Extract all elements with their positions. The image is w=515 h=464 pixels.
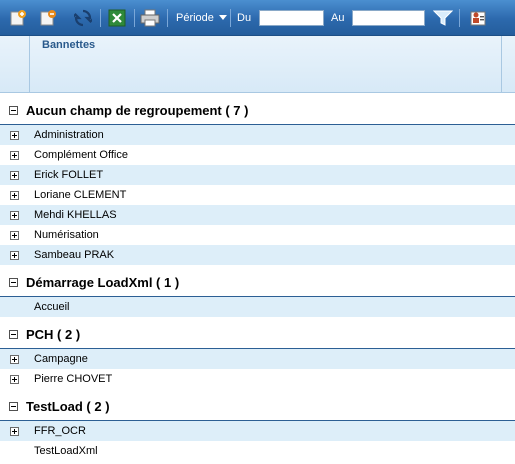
filter-icon[interactable]	[432, 7, 454, 29]
table-row[interactable]: Administration	[0, 125, 515, 145]
periode-dropdown-label[interactable]: Période	[176, 12, 214, 24]
row-label: Sambeau PRAK	[34, 249, 115, 261]
table-row[interactable]: Erick FOLLET	[0, 165, 515, 185]
row-label: Erick FOLLET	[34, 169, 104, 181]
expand-icon[interactable]	[10, 427, 19, 436]
row-label: FFR_OCR	[34, 425, 86, 437]
row-label: Administration	[34, 129, 104, 141]
date-to-input[interactable]	[352, 10, 425, 26]
grouped-grid: Aucun champ de regroupement ( 7 ) Adminis…	[0, 93, 515, 461]
header-expand-column	[0, 36, 30, 93]
user-settings-icon[interactable]	[467, 7, 489, 29]
group-header-row[interactable]: Aucun champ de regroupement ( 7 )	[0, 93, 515, 125]
expand-icon[interactable]	[10, 251, 19, 260]
collapse-icon[interactable]	[9, 278, 18, 287]
toolbar-separator	[230, 9, 231, 27]
table-row[interactable]: Pierre CHOVET	[0, 369, 515, 389]
table-row[interactable]: TestLoadXml	[0, 441, 515, 461]
collapse-icon[interactable]	[9, 330, 18, 339]
excel-export-icon[interactable]	[106, 7, 128, 29]
expand-icon[interactable]	[10, 355, 19, 364]
chevron-down-icon[interactable]	[219, 15, 227, 20]
table-row[interactable]: Complément Office	[0, 145, 515, 165]
row-label: Accueil	[34, 301, 70, 313]
row-label: Campagne	[34, 353, 88, 365]
group-title: PCH ( 2 )	[26, 327, 81, 342]
group-header-row[interactable]: TestLoad ( 2 )	[0, 389, 515, 421]
expand-icon[interactable]	[10, 191, 19, 200]
toolbar-separator	[100, 9, 101, 27]
collapse-icon[interactable]	[9, 402, 18, 411]
table-row[interactable]: Sambeau PRAK	[0, 245, 515, 265]
table-row[interactable]: Numérisation	[0, 225, 515, 245]
expand-icon[interactable]	[10, 375, 19, 384]
table-row[interactable]: Campagne	[0, 349, 515, 369]
grid-header: Bannettes	[0, 36, 515, 93]
row-label: Numérisation	[34, 229, 99, 241]
toolbar-separator	[167, 9, 168, 27]
refresh-icon[interactable]	[72, 7, 94, 29]
du-label: Du	[237, 12, 252, 24]
table-row[interactable]: Accueil	[0, 297, 515, 317]
toolbar: Période Du Au	[0, 0, 515, 36]
column-header-bannettes[interactable]: Bannettes	[42, 39, 95, 51]
collapse-icon[interactable]	[9, 106, 18, 115]
row-label: Mehdi KHELLAS	[34, 209, 117, 221]
table-row[interactable]: Mehdi KHELLAS	[0, 205, 515, 225]
expand-icon[interactable]	[10, 171, 19, 180]
table-row[interactable]: FFR_OCR	[0, 421, 515, 441]
row-label: Pierre CHOVET	[34, 373, 113, 385]
group-title: Démarrage LoadXml ( 1 )	[26, 275, 180, 290]
remove-icon[interactable]	[37, 7, 59, 29]
group-title: TestLoad ( 2 )	[26, 399, 110, 414]
toolbar-separator	[134, 9, 135, 27]
expand-icon[interactable]	[10, 131, 19, 140]
table-row[interactable]: Loriane CLEMENT	[0, 185, 515, 205]
add-icon[interactable]	[7, 7, 29, 29]
group-title: Aucun champ de regroupement ( 7 )	[26, 103, 249, 118]
expand-icon[interactable]	[10, 211, 19, 220]
expand-icon[interactable]	[10, 231, 19, 240]
toolbar-separator	[459, 9, 460, 27]
group-header-row[interactable]: Démarrage LoadXml ( 1 )	[0, 265, 515, 297]
group-header-row[interactable]: PCH ( 2 )	[0, 317, 515, 349]
row-label: TestLoadXml	[34, 445, 98, 457]
print-icon[interactable]	[139, 7, 161, 29]
expand-icon[interactable]	[10, 151, 19, 160]
row-label: Complément Office	[34, 149, 128, 161]
date-from-input[interactable]	[259, 10, 324, 26]
au-label: Au	[331, 12, 345, 24]
row-label: Loriane CLEMENT	[34, 189, 127, 201]
header-scroll-column	[501, 36, 515, 93]
